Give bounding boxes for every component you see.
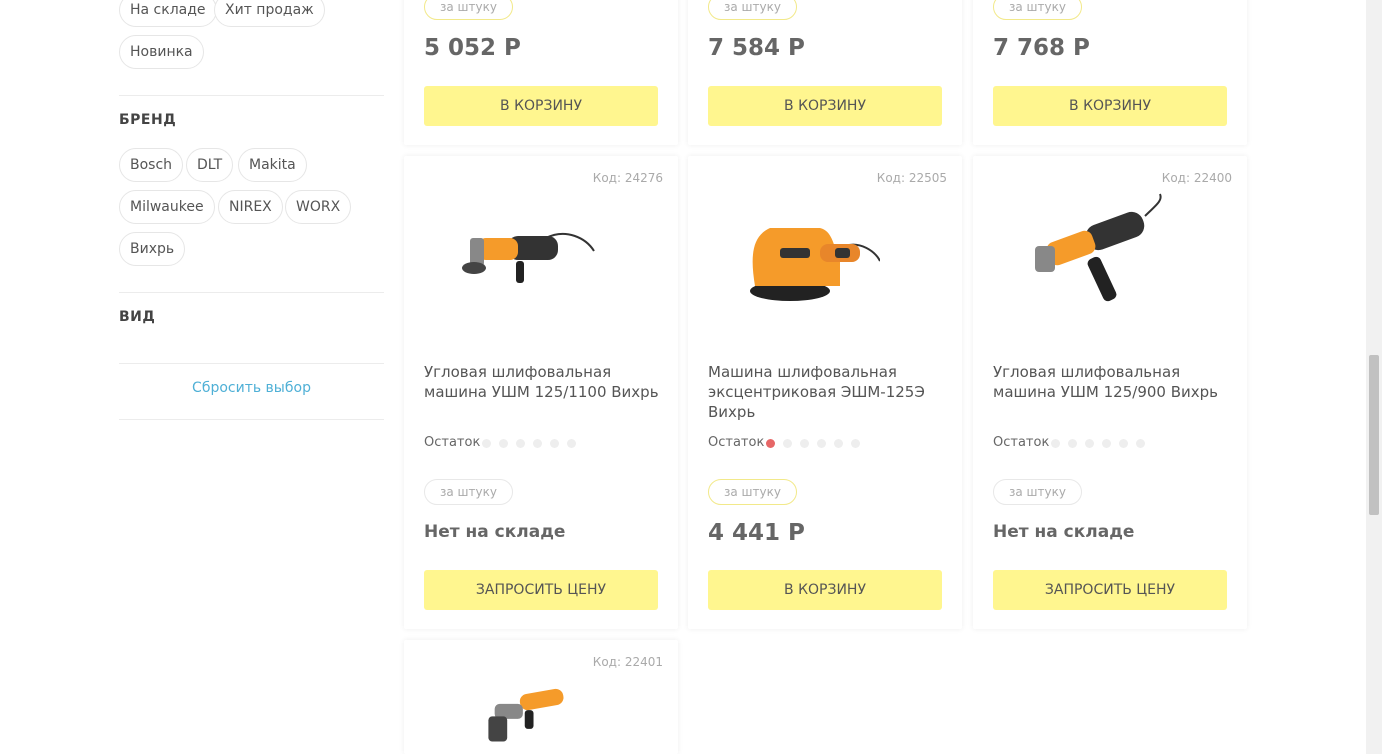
divider [119, 292, 384, 293]
stock-dot [851, 439, 860, 448]
product-card: Код: 22505 Машина шлифовальная эксцентри… [688, 156, 962, 629]
angle-grinder-image[interactable] [456, 176, 596, 326]
stock-dot [1119, 439, 1128, 448]
scrollbar-thumb[interactable] [1369, 355, 1379, 515]
stock-dot [1102, 439, 1111, 448]
add-to-cart-button[interactable]: В КОРЗИНУ [708, 570, 942, 610]
stock-dot [482, 439, 491, 448]
stock-dot [1068, 439, 1077, 448]
filter-chip-new[interactable]: Новинка [119, 35, 204, 69]
product-card: за штуку 7 768 Р В КОРЗИНУ [973, 0, 1247, 145]
stock-indicator [766, 439, 860, 448]
availability-status: Нет на складе [993, 522, 1135, 542]
unit-badge: за штуку [424, 0, 513, 20]
brand-section-title: БРЕНД [119, 112, 177, 128]
stock-label: Остаток [708, 435, 765, 450]
stock-label: Остаток [424, 435, 481, 450]
brand-chip-milwaukee[interactable]: Milwaukee [119, 190, 215, 224]
product-name[interactable]: Угловая шлифовальная машина УШМ 125/900 … [993, 362, 1233, 402]
product-price: 7 584 Р [708, 35, 805, 61]
stock-label: Остаток [993, 435, 1050, 450]
unit-badge: за штуку [708, 0, 797, 20]
stock-dot [834, 439, 843, 448]
product-card: Код: 22401 [404, 640, 678, 754]
product-code: Код: 24276 [592, 171, 663, 185]
stock-dot [533, 439, 542, 448]
add-to-cart-button[interactable]: В КОРЗИНУ [708, 86, 942, 126]
angle-grinder-image[interactable] [1025, 176, 1165, 326]
product-card: Код: 24276 Угловая шлифовальная машина У… [404, 156, 678, 629]
request-price-button[interactable]: ЗАПРОСИТЬ ЦЕНУ [993, 570, 1227, 610]
stock-dot [783, 439, 792, 448]
product-card: Код: 22400 Угловая шлифовальная машина У… [973, 156, 1247, 629]
divider [119, 95, 384, 96]
brand-chip-worx[interactable]: WORX [285, 190, 352, 224]
product-code: Код: 22401 [592, 655, 663, 669]
product-code: Код: 22505 [876, 171, 947, 185]
product-price: 7 768 Р [993, 35, 1090, 61]
filter-chip-bestseller[interactable]: Хит продаж [214, 0, 325, 27]
product-code: Код: 22400 [1161, 171, 1232, 185]
stock-dot [800, 439, 809, 448]
brand-chip-nirex[interactable]: NIREX [218, 190, 283, 224]
availability-status: Нет на складе [424, 522, 566, 542]
stock-dot [499, 439, 508, 448]
product-price: 4 441 Р [708, 520, 805, 546]
request-price-button[interactable]: ЗАПРОСИТЬ ЦЕНУ [424, 570, 658, 610]
product-name[interactable]: Машина шлифовальная эксцентриковая ЭШМ-1… [708, 362, 948, 422]
stock-dot [567, 439, 576, 448]
stock-dot [817, 439, 826, 448]
stock-dot [1085, 439, 1094, 448]
stock-dot [550, 439, 559, 448]
filter-chip-in-stock[interactable]: На складе [119, 0, 217, 27]
unit-badge: за штуку [993, 479, 1082, 505]
stock-indicator [1051, 439, 1145, 448]
product-name[interactable]: Угловая шлифовальная машина УШМ 125/1100… [424, 362, 664, 402]
product-price: 5 052 Р [424, 35, 521, 61]
unit-badge: за штуку [708, 479, 797, 505]
unit-badge: за штуку [993, 0, 1082, 20]
brand-chip-vikhr[interactable]: Вихрь [119, 232, 186, 266]
reset-filters-link[interactable]: Сбросить выбор [119, 380, 384, 396]
stock-dot [766, 439, 775, 448]
stock-dot [1051, 439, 1060, 448]
stock-dot [1136, 439, 1145, 448]
divider [119, 363, 384, 364]
divider [119, 419, 384, 420]
stock-dot [516, 439, 525, 448]
add-to-cart-button[interactable]: В КОРЗИНУ [993, 86, 1227, 126]
brand-chip-dlt[interactable]: DLT [186, 148, 234, 182]
brand-chip-makita[interactable]: Makita [238, 148, 307, 182]
orbital-sander-image[interactable] [740, 176, 880, 326]
product-card: за штуку 5 052 Р В КОРЗИНУ [404, 0, 678, 145]
stock-indicator [482, 439, 576, 448]
unit-badge: за штуку [424, 479, 513, 505]
angle-grinder-image[interactable] [456, 660, 596, 754]
add-to-cart-button[interactable]: В КОРЗИНУ [424, 86, 658, 126]
product-card: за штуку 7 584 Р В КОРЗИНУ [688, 0, 962, 145]
type-section-title[interactable]: ВИД [119, 309, 155, 325]
brand-chip-bosch[interactable]: Bosch [119, 148, 184, 182]
